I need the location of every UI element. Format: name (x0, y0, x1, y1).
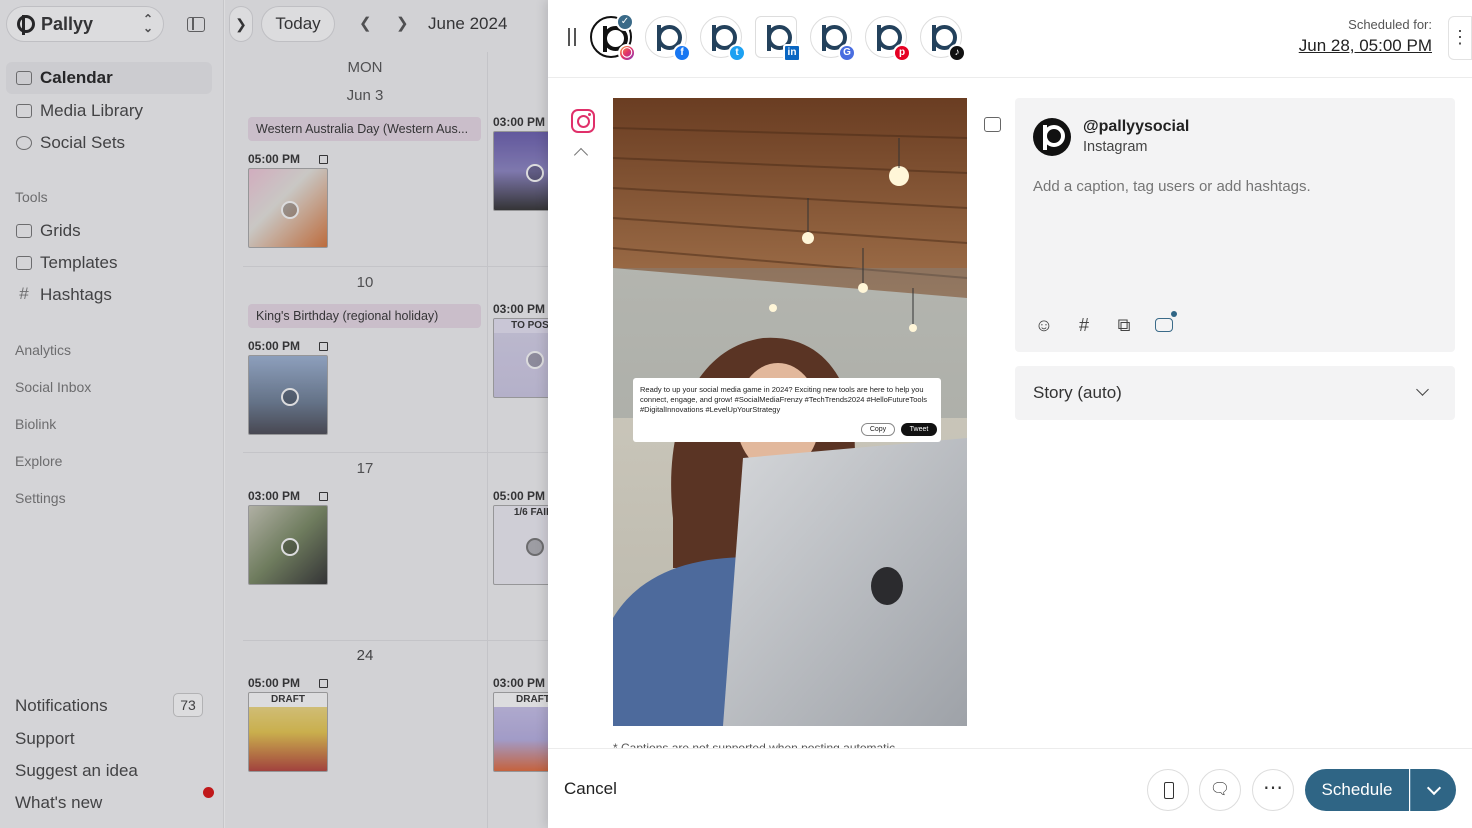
tiktok-icon: ♪ (948, 44, 966, 62)
account-pinterest[interactable]: p (865, 16, 911, 62)
more-options-icon[interactable]: ⋮ (1448, 16, 1472, 60)
caption-editor: @pallyysocial Instagram ☺ # ⧉ (1015, 98, 1455, 352)
phone-icon (1164, 782, 1174, 799)
speech-bubble-icon: 🗨 (1209, 781, 1231, 798)
caption-input[interactable] (1033, 178, 1433, 195)
composer-header: ◯ ✓ f t in G p ♪ Scheduled for: Jun 28, … (548, 0, 1472, 78)
pinterest-icon: p (893, 44, 911, 62)
google-business-icon: G (838, 44, 856, 62)
copy-icon[interactable]: ⧉ (1113, 314, 1135, 336)
mobile-preview-button[interactable] (1147, 769, 1189, 811)
instagram-icon[interactable] (571, 109, 595, 133)
account-linkedin[interactable]: in (755, 16, 801, 62)
avatar (1033, 118, 1071, 156)
hashtag-icon[interactable]: # (1073, 314, 1095, 336)
chevron-down-icon (1416, 383, 1429, 396)
drag-handle-icon[interactable] (568, 28, 576, 46)
tweet-popup-text: Ready to up your social media game in 20… (640, 385, 927, 414)
post-composer-modal: ◯ ✓ f t in G p ♪ Scheduled for: Jun 28, … (548, 0, 1472, 828)
check-icon: ✓ (616, 13, 634, 31)
more-actions-button[interactable]: ⋯ (1252, 769, 1294, 811)
scheduled-for-label: Scheduled for: (1348, 17, 1432, 32)
modal-backdrop[interactable] (0, 0, 548, 828)
account-twitter[interactable]: t (700, 16, 746, 62)
account-tiktok[interactable]: ♪ (920, 16, 966, 62)
post-type-value: Story (auto) (1033, 383, 1122, 402)
comment-icon[interactable] (984, 117, 1001, 132)
emoji-icon[interactable]: ☺ (1033, 314, 1055, 336)
account-facebook[interactable]: f (645, 16, 691, 62)
ellipsis-icon: ⋯ (1263, 777, 1283, 799)
composer-footer: Cancel 🗨 ⋯ Schedule (548, 748, 1472, 828)
facebook-icon: f (673, 44, 691, 62)
post-type-select[interactable]: Story (auto) (1015, 366, 1455, 420)
schedule-button[interactable]: Schedule (1305, 769, 1409, 811)
instagram-icon: ◯ (618, 44, 636, 62)
media-preview[interactable]: Ready to up your social media game in 20… (613, 98, 967, 726)
twitter-icon: t (728, 44, 746, 62)
ai-assistant-icon[interactable] (1153, 311, 1177, 336)
tweet-popup-tweet-button[interactable]: Tweet (901, 423, 937, 436)
linkedin-icon: in (783, 44, 801, 62)
account-google-business[interactable]: G (810, 16, 856, 62)
scheduled-datetime[interactable]: Jun 28, 05:00 PM (1299, 36, 1432, 56)
account-network: Instagram (1083, 139, 1148, 155)
cancel-button[interactable]: Cancel (564, 779, 617, 799)
account-handle: @pallyysocial (1083, 118, 1190, 135)
tweet-popup-copy-button[interactable]: Copy (861, 423, 895, 436)
comments-button[interactable]: 🗨 (1199, 769, 1241, 811)
account-instagram[interactable]: ◯ ✓ (590, 13, 636, 62)
chevron-up-icon[interactable] (573, 147, 589, 163)
schedule-options-dropdown[interactable] (1410, 769, 1456, 811)
